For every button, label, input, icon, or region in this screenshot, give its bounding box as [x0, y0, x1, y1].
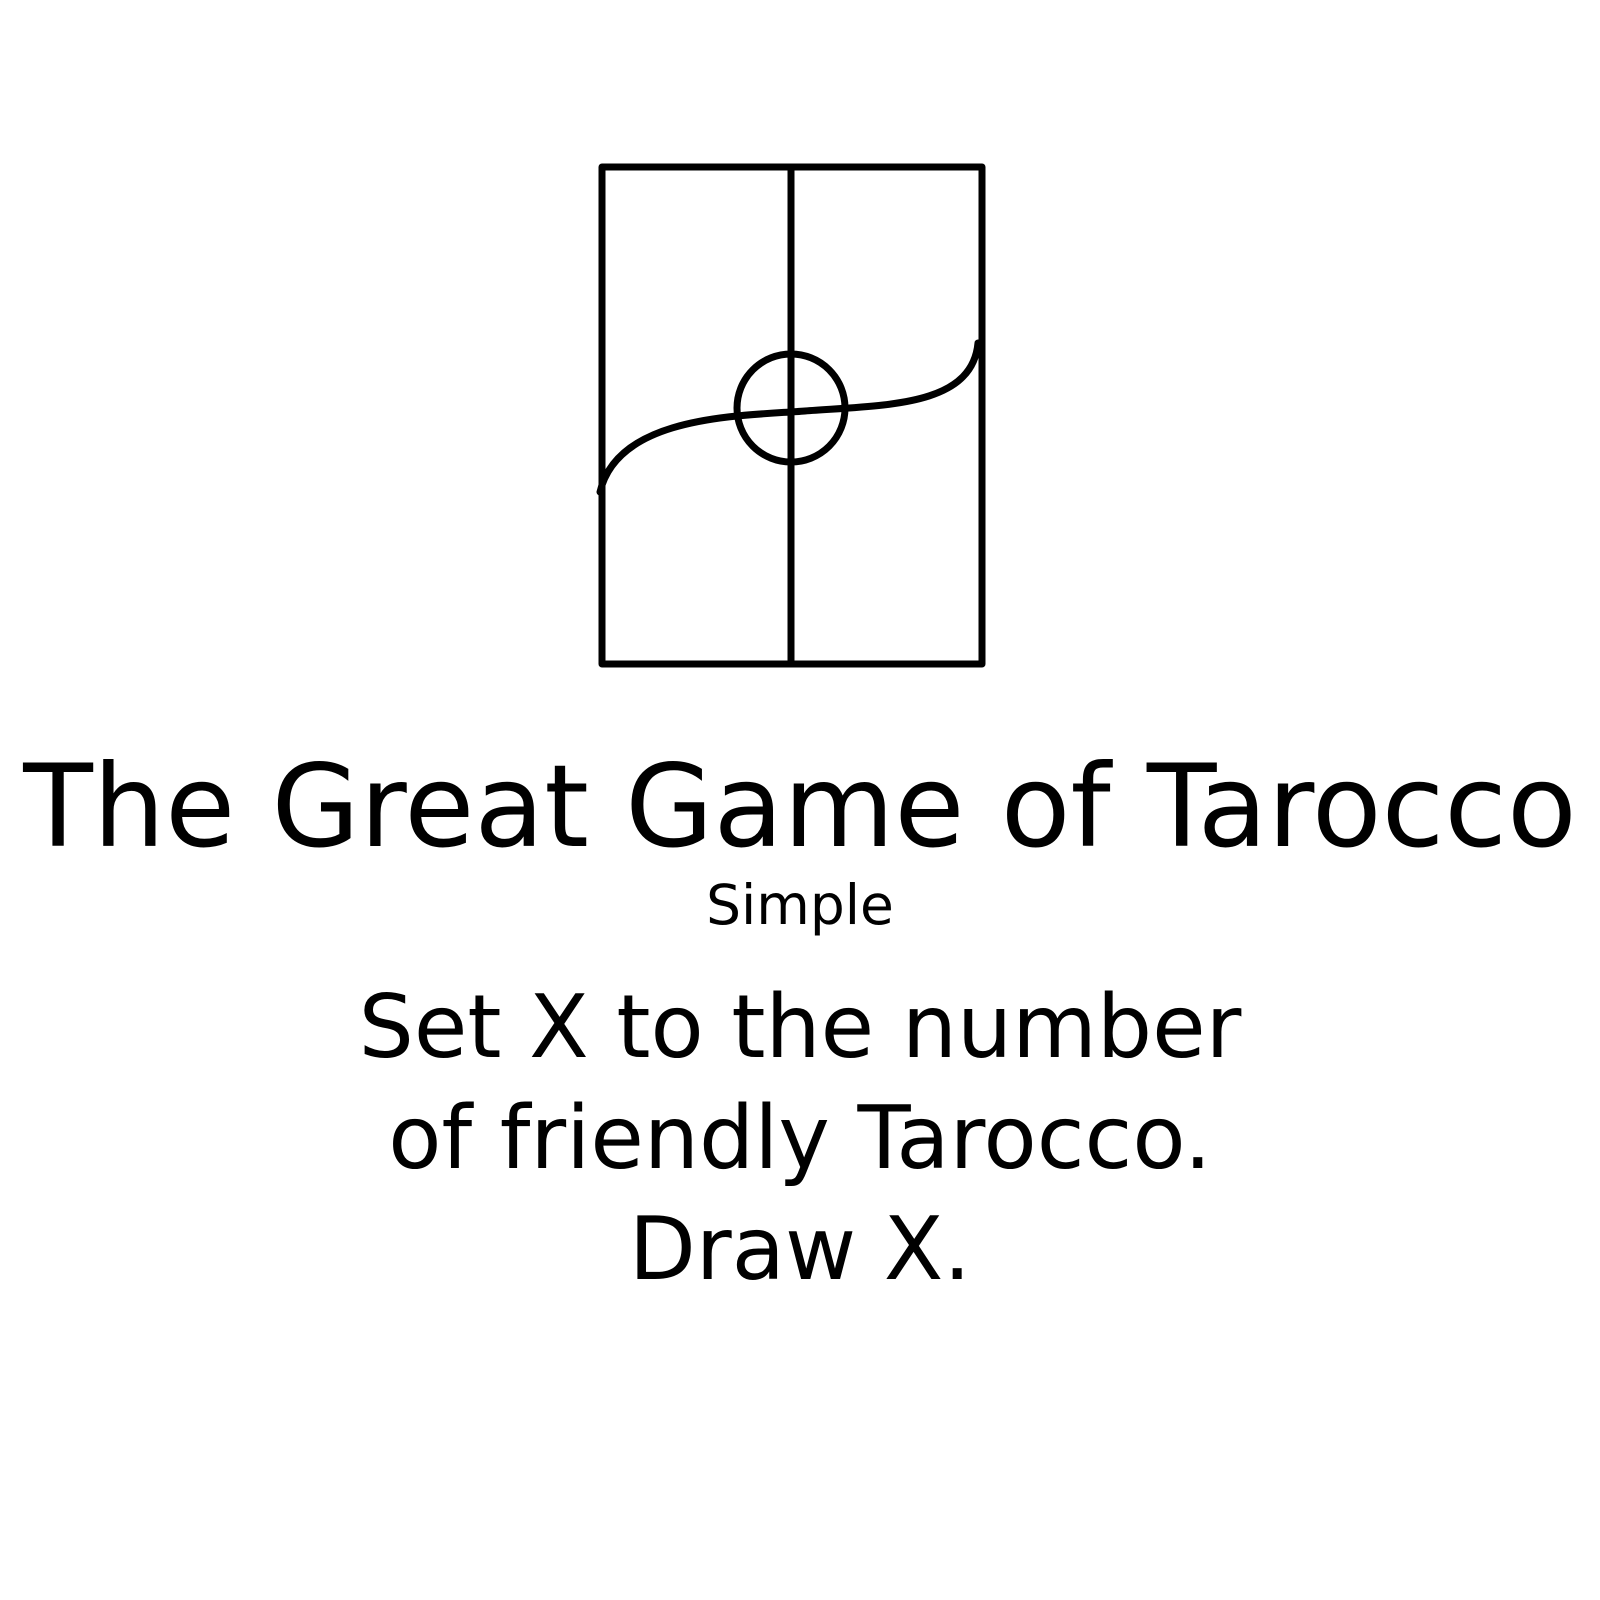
tarocco-emblem-icon — [590, 160, 990, 690]
rule-line: Set X to the number — [358, 976, 1242, 1078]
card-subtitle: Simple — [706, 873, 894, 937]
card-title: The Great Game of Tarocco — [23, 740, 1577, 873]
card-rules-text: Set X to the number of friendly Tarocco.… — [0, 972, 1600, 1305]
rule-line: of friendly Tarocco. — [388, 1087, 1212, 1189]
rule-line: Draw X. — [628, 1198, 972, 1300]
card-art-svg — [596, 163, 986, 668]
game-card: The Great Game of Tarocco Simple Set X t… — [0, 0, 1600, 1600]
